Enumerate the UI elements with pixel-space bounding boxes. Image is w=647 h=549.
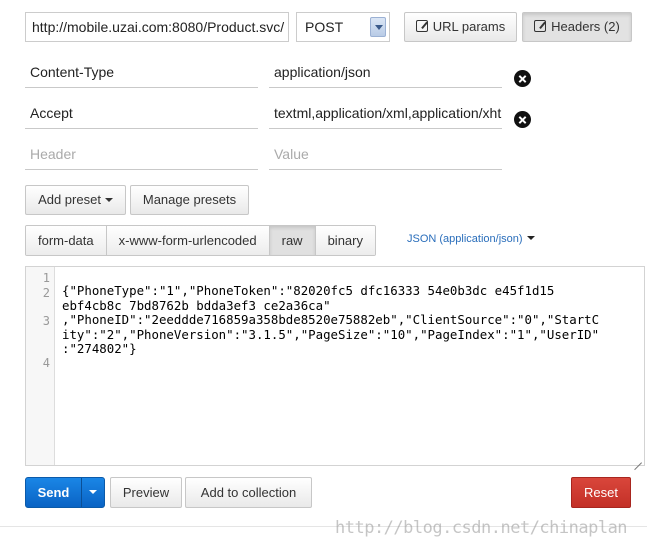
code-line: ,"PhoneID":"2eeddde716859a358bde8520e758… [62, 312, 600, 327]
resize-handle-icon[interactable] [633, 454, 642, 463]
method-value: POST [305, 19, 344, 35]
tab-binary[interactable]: binary [315, 226, 375, 255]
caret-down-icon [104, 198, 113, 202]
body-editor[interactable]: 1 2 3 4 {"PhoneType":"1","PhoneToken":"8… [25, 266, 645, 466]
new-header-key-field[interactable]: Header [25, 138, 258, 170]
chevron-down-icon[interactable] [370, 17, 386, 37]
tab-urlencoded[interactable]: x-www-form-urlencoded [106, 226, 270, 255]
reset-button[interactable]: Reset [571, 477, 631, 508]
header-value-field[interactable]: textml,application/xml,application/xhtml… [269, 97, 502, 129]
tab-raw[interactable]: raw [269, 226, 316, 255]
manage-presets-button[interactable]: Manage presets [130, 185, 249, 215]
send-button[interactable]: Send [25, 477, 105, 508]
header-value-field[interactable]: application/json [269, 56, 502, 88]
code-line: :"274802"} [62, 341, 137, 356]
header-key-field[interactable]: Content-Type [25, 56, 258, 88]
code-content[interactable]: {"PhoneType":"1","PhoneToken":"82020fc5 … [62, 283, 640, 357]
line-number: 4 [42, 356, 50, 370]
raw-type-dropdown[interactable]: JSON (application/json) [407, 233, 535, 245]
edit-icon [534, 20, 547, 32]
method-select[interactable]: POST [296, 12, 390, 42]
tab-form-data[interactable]: form-data [26, 226, 107, 255]
headers-button[interactable]: Headers (2) [522, 12, 632, 42]
edit-icon [415, 20, 428, 32]
line-number-gutter: 1 2 3 4 [26, 267, 55, 465]
line-number: 2 [42, 286, 50, 300]
new-header-value-field[interactable]: Value [269, 138, 502, 170]
code-line: ity":"2","PhoneVersion":"3.1.5","PageSiz… [62, 326, 600, 342]
line-number: 3 [42, 314, 50, 328]
add-to-collection-button[interactable]: Add to collection [185, 477, 312, 508]
caret-down-icon [526, 236, 535, 240]
body-type-tabs: form-data x-www-form-urlencoded raw bina… [25, 225, 376, 256]
code-line: ebf4cb8c 7bd8762b bdda3ef3 ce2a36ca" [62, 297, 331, 313]
preview-button[interactable]: Preview [110, 477, 182, 508]
send-options-button[interactable] [81, 478, 105, 507]
add-preset-button[interactable]: Add preset [25, 185, 126, 215]
remove-header-icon[interactable] [514, 111, 531, 128]
code-line: {"PhoneType":"1","PhoneToken":"82020fc5 … [62, 283, 555, 298]
watermark: http://blog.csdn.net/chinaplan [335, 518, 628, 538]
header-key-field[interactable]: Accept [25, 97, 258, 129]
caret-down-icon [89, 490, 97, 494]
remove-header-icon[interactable] [514, 70, 531, 87]
url-input[interactable]: http://mobile.uzai.com:8080/Product.svc/ [25, 12, 289, 42]
line-number: 1 [42, 271, 50, 285]
url-params-button[interactable]: URL params [404, 12, 517, 42]
